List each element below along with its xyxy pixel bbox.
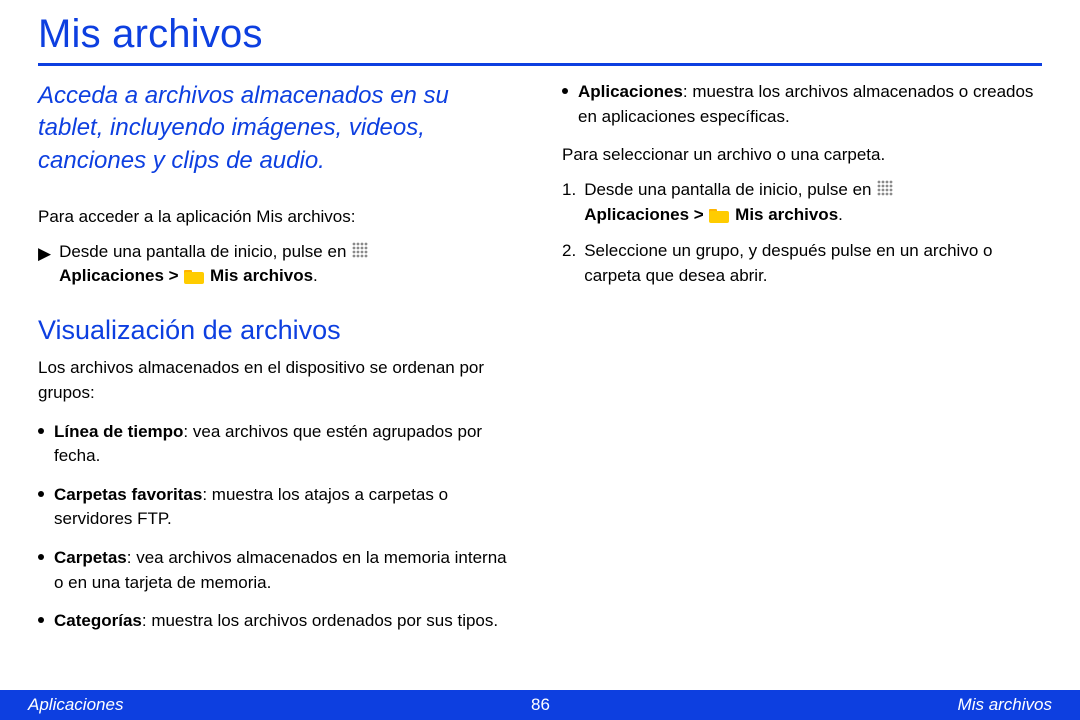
access-intro: Para acceder a la aplicación Mis archivo… [38,205,518,230]
footer-right: Mis archivos [958,695,1052,715]
content-area: Mis archivos Acceda a archivos almacenad… [0,0,1080,690]
bullet-icon [38,554,44,560]
title-rule [38,63,1042,66]
list-item: Línea de tiempo: vea archivos que estén … [38,420,518,469]
two-column-layout: Acceda a archivos almacenados en su tabl… [38,80,1042,648]
intro-paragraph: Acceda a archivos almacenados en su tabl… [38,80,518,177]
term: Carpetas [54,548,127,567]
select-intro: Para seleccionar un archivo o una carpet… [562,143,1042,168]
bullet-icon [38,491,44,497]
myfiles-label: Mis archivos [205,266,313,285]
footer-page-number: 86 [531,695,550,715]
period: . [313,266,318,285]
step-text: Seleccione un grupo, y después pulse en … [584,239,1042,288]
list-item: Categorías: muestra los archivos ordenad… [38,609,518,634]
term: Carpetas favoritas [54,485,202,504]
footer-left: Aplicaciones [28,695,123,715]
play-arrow-icon: ▶ [38,242,51,267]
bullet-icon [38,617,44,623]
instruction-arrow-line: ▶ Desde una pantalla de inicio, pulse en… [38,240,518,289]
list-item: Carpetas favoritas: muestra los atajos a… [38,483,518,532]
list-item: Aplicaciones: muestra los archivos almac… [562,80,1042,129]
document-page: Mis archivos Acceda a archivos almacenad… [0,0,1080,720]
list-item: Carpetas: vea archivos almacenados en la… [38,546,518,595]
left-column: Acceda a archivos almacenados en su tabl… [38,80,518,648]
instruction-pre: Desde una pantalla de inicio, pulse en [59,242,351,261]
bullet-icon [562,88,568,94]
step-text: Desde una pantalla de inicio, pulse en A… [584,178,1042,227]
instruction-text: Desde una pantalla de inicio, pulse en A… [59,240,369,289]
term: Categorías [54,611,142,630]
folder-icon [184,268,204,284]
step-number: 2. [562,239,576,288]
after-subhead-text: Los archivos almacenados en el dispositi… [38,356,518,405]
bullet-icon [38,428,44,434]
group-list-continued: Aplicaciones: muestra los archivos almac… [562,80,1042,129]
apps-grid-icon [876,179,894,197]
desc: : muestra los archivos ordenados por sus… [142,611,498,630]
group-list: Línea de tiempo: vea archivos que estén … [38,420,518,634]
apps-label: Aplicaciones > [59,266,183,285]
step-item: 2. Seleccione un grupo, y después pulse … [562,239,1042,288]
page-footer: Aplicaciones 86 Mis archivos [0,690,1080,720]
steps-list: 1. Desde una pantalla de inicio, pulse e… [562,178,1042,289]
page-title: Mis archivos [38,12,1042,57]
term: Aplicaciones [578,82,683,101]
apps-label: Aplicaciones > [584,205,708,224]
myfiles-label: Mis archivos [730,205,838,224]
apps-grid-icon [351,241,369,259]
term: Línea de tiempo [54,422,183,441]
section-heading-viewing: Visualización de archivos [38,311,518,350]
step-number: 1. [562,178,576,227]
step1-pre: Desde una pantalla de inicio, pulse en [584,180,876,199]
period: . [838,205,843,224]
right-column: Aplicaciones: muestra los archivos almac… [562,80,1042,648]
folder-icon [709,207,729,223]
step-item: 1. Desde una pantalla de inicio, pulse e… [562,178,1042,227]
